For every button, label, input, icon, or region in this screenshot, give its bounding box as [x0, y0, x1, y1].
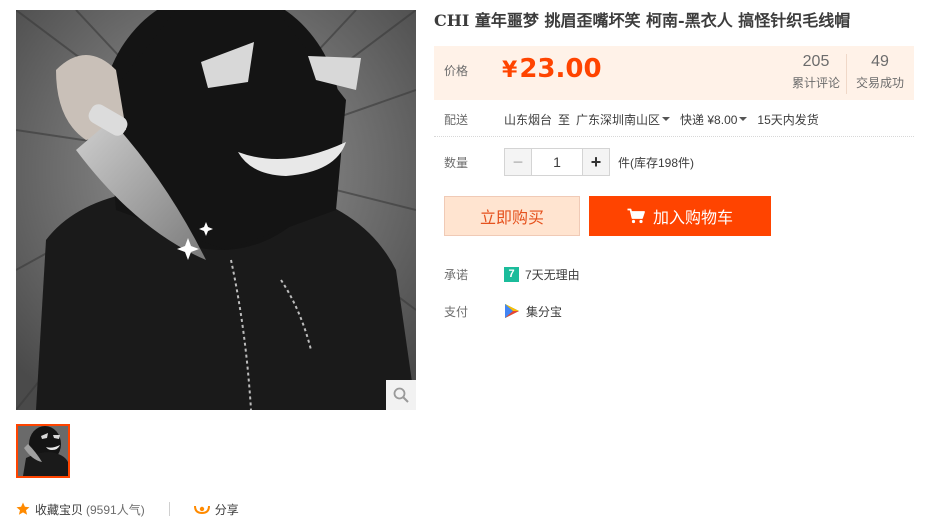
shipping-label: 配送: [444, 112, 469, 127]
price-value: ¥23.00: [502, 54, 602, 84]
ship-destination-select[interactable]: 广东深圳南山区: [576, 111, 680, 128]
buy-now-button[interactable]: 立即购买: [444, 196, 580, 236]
quantity-stepper: − 1 +: [504, 148, 610, 176]
jifenbao-icon: [505, 304, 519, 318]
quantity-label: 数量: [444, 155, 469, 170]
deals-stat: 49 交易成功: [852, 52, 908, 92]
share-button[interactable]: 分享: [193, 501, 239, 518]
ship-to-word: 至: [558, 112, 571, 127]
payment-label: 支付: [444, 304, 469, 319]
currency-symbol: ¥: [502, 58, 518, 83]
product-title: CHI 童年噩梦 挑眉歪嘴坏笑 柯南-黑衣人 搞怪针织毛线帽: [434, 11, 851, 30]
stock-info: 件(库存198件): [618, 155, 695, 170]
thumbnail-image: [18, 426, 68, 476]
reviews-stat[interactable]: 205 累计评论: [786, 52, 846, 92]
ship-method-select[interactable]: 快递 ¥8.00: [680, 111, 757, 128]
increase-button[interactable]: +: [583, 149, 609, 175]
decrease-button[interactable]: −: [505, 149, 531, 175]
zoom-icon: [393, 387, 409, 403]
price-panel: 价格 ¥23.00 205 累计评论 49 交易成功: [434, 46, 914, 100]
reviews-count: 205: [802, 53, 830, 70]
popularity-count: (9591人气): [86, 502, 145, 517]
cart-icon: [627, 208, 645, 224]
share-icon: [193, 505, 210, 515]
promise-text[interactable]: 7天无理由: [525, 266, 580, 283]
payment-row: 支付 集分宝: [444, 301, 562, 321]
social-bar: 收藏宝贝 (9591人气) 分享: [16, 500, 239, 518]
quantity-row: 数量 − 1 + 件(库存198件): [444, 148, 694, 176]
main-product-image[interactable]: [16, 10, 416, 410]
zoom-button[interactable]: [386, 380, 416, 410]
seven-day-badge-icon: 7: [504, 266, 519, 282]
star-icon: [16, 502, 30, 515]
thumbnail-selected[interactable]: [16, 424, 70, 478]
product-photo: [16, 10, 416, 410]
add-to-cart-label: 加入购物车: [652, 210, 733, 227]
divider-dotted: [434, 136, 914, 137]
deals-count: 49: [871, 53, 889, 70]
divider: [168, 502, 170, 516]
favorite-button[interactable]: 收藏宝贝 (9591人气): [16, 501, 145, 518]
price-label: 价格: [444, 64, 469, 78]
price-amount: 23.00: [519, 54, 602, 84]
caret-down-icon: [739, 117, 748, 121]
ship-from: 山东烟台: [504, 112, 553, 127]
buy-now-label: 立即购买: [479, 210, 544, 227]
stat-divider: [846, 54, 847, 94]
promise-row: 承诺 7 7天无理由: [444, 264, 580, 284]
favorite-label: 收藏宝贝: [35, 502, 84, 517]
payment-text[interactable]: 集分宝: [526, 303, 562, 320]
deals-label: 交易成功: [855, 76, 904, 90]
ship-destination: 广东深圳南山区: [576, 112, 661, 127]
ship-method: 快递 ¥8.00: [680, 112, 738, 127]
caret-down-icon: [662, 117, 671, 121]
delivery-time: 15天内发货: [757, 112, 819, 127]
share-label: 分享: [214, 502, 239, 517]
shipping-row: 配送 山东烟台 至 广东深圳南山区 快递 ¥8.00 15天内发货: [444, 110, 819, 128]
quantity-input[interactable]: 1: [531, 149, 583, 175]
promise-label: 承诺: [444, 267, 469, 282]
reviews-label: 累计评论: [791, 76, 840, 90]
add-to-cart-button[interactable]: 加入购物车: [589, 196, 771, 236]
